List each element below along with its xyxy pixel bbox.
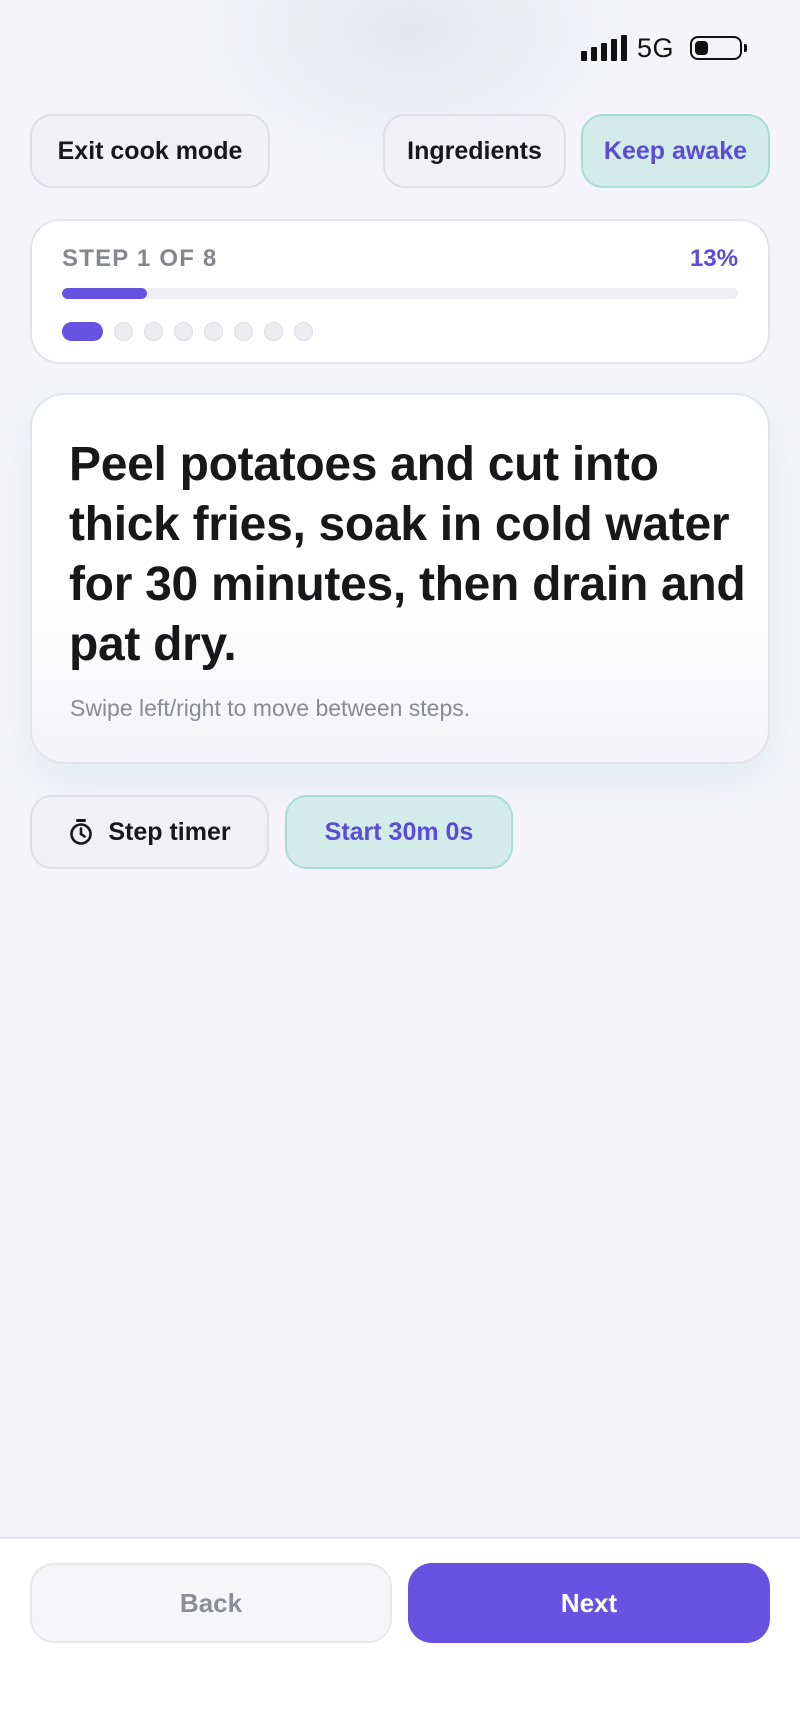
step-dot-3[interactable]: [144, 322, 163, 341]
step-timer-button[interactable]: Step timer: [30, 795, 269, 869]
progress-bar: [62, 288, 738, 299]
stopwatch-icon: [68, 818, 94, 846]
step-card[interactable]: Peel potatoes and cut into thick fries, …: [30, 393, 770, 764]
step-counter: STEP 1 OF 8: [62, 245, 218, 272]
step-dot-5[interactable]: [204, 322, 223, 341]
step-dot-8[interactable]: [294, 322, 313, 341]
progress-bar-fill: [62, 288, 147, 299]
step-dot-4[interactable]: [174, 322, 193, 341]
step-instruction: Peel potatoes and cut into thick fries, …: [69, 438, 746, 671]
keep-awake-button[interactable]: Keep awake: [581, 114, 770, 188]
progress-percent: 13%: [689, 245, 738, 272]
battery-cap: [744, 44, 747, 52]
status-bar: 5G: [580, 30, 747, 66]
step-timer-label: Step timer: [108, 817, 231, 846]
step-indicator: [62, 322, 313, 341]
progress-card: STEP 1 OF 8 13%: [30, 219, 770, 364]
signal-strength-icon: [580, 35, 627, 61]
step-dot-6[interactable]: [234, 322, 253, 341]
battery-icon: [690, 36, 747, 60]
network-type: 5G: [636, 32, 674, 63]
start-timer-button[interactable]: Start 30m 0s: [285, 795, 513, 869]
step-dot-7[interactable]: [264, 322, 283, 341]
ingredients-button[interactable]: Ingredients: [383, 114, 566, 188]
step-dot-1[interactable]: [62, 322, 103, 341]
bottom-navigation: Back Next: [0, 1537, 800, 1733]
swipe-hint: Swipe left/right to move between steps.: [70, 695, 471, 721]
back-button[interactable]: Back: [30, 1563, 392, 1643]
step-dot-2[interactable]: [114, 322, 133, 341]
next-button[interactable]: Next: [408, 1563, 770, 1643]
battery-level: [695, 41, 708, 55]
exit-cook-mode-button[interactable]: Exit cook mode: [30, 114, 270, 188]
